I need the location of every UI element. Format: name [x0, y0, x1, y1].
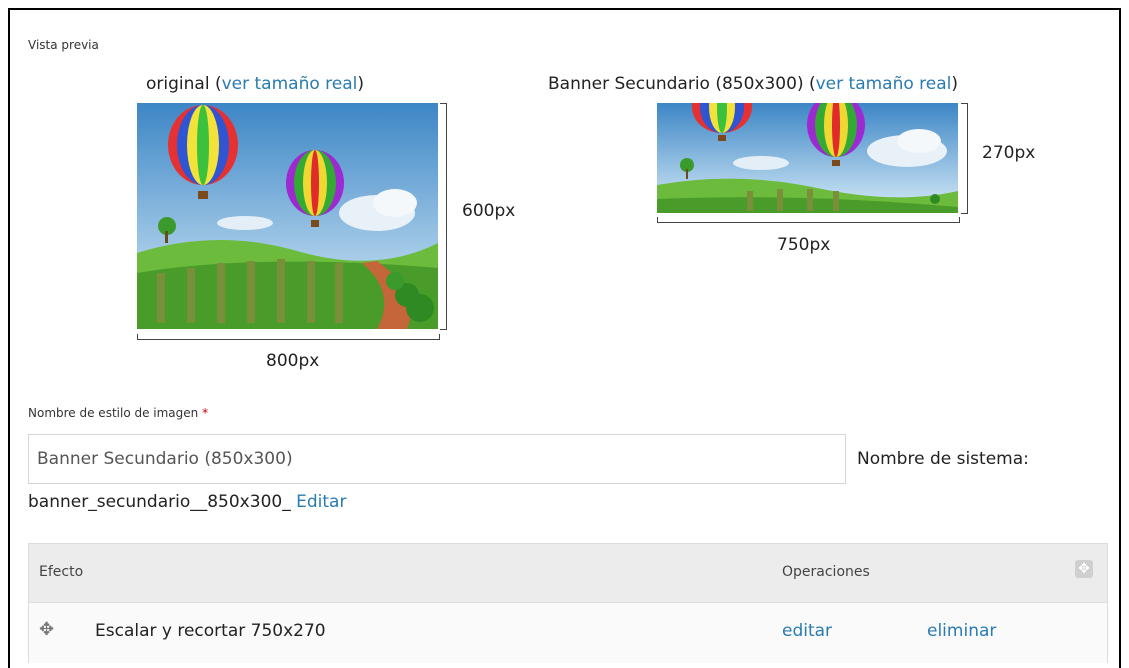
original-view-real-size-link[interactable]: ver tamaño real: [222, 74, 358, 94]
required-marker: *: [202, 406, 209, 420]
effects-table-header: Efecto Operaciones ✥: [29, 544, 1107, 603]
effect-name: Escalar y recortar 750x270: [95, 621, 326, 641]
preview-section-label: Vista previa: [28, 38, 99, 52]
derivative-height-label: 270px: [982, 143, 1036, 163]
original-width-label: 800px: [266, 351, 320, 371]
style-name-label: Nombre de estilo de imagen *: [28, 406, 208, 420]
paren-open: (: [209, 74, 222, 94]
derivative-width-bracket: [657, 217, 960, 223]
paren-open: (: [803, 74, 816, 94]
effects-table: Efecto Operaciones ✥ ✥ Escalar y recorta…: [28, 543, 1108, 663]
derivative-height-bracket: [961, 103, 968, 214]
system-name-label: Nombre de sistema:: [857, 449, 1029, 469]
edit-system-name-link[interactable]: Editar: [296, 492, 346, 512]
original-preview-image[interactable]: [137, 103, 438, 329]
paren-close: ): [951, 74, 959, 94]
derivative-preview-caption: Banner Secundario (850x300) (ver tamaño …: [548, 74, 958, 94]
system-name-row: banner_secundario__850x300_ Editar: [28, 492, 346, 512]
original-height-label: 600px: [462, 201, 516, 221]
system-name-value: banner_secundario__850x300_: [28, 492, 291, 512]
derivative-width-label: 750px: [777, 235, 831, 255]
column-header-effect: Efecto: [39, 564, 84, 580]
delete-effect-link[interactable]: eliminar: [927, 621, 996, 641]
derivative-preview-image[interactable]: [657, 103, 958, 213]
column-header-operations: Operaciones: [782, 564, 870, 580]
style-name-label-text: Nombre de estilo de imagen: [28, 406, 199, 420]
original-preview-caption: original (ver tamaño real): [146, 74, 364, 94]
edit-effect-link[interactable]: editar: [782, 621, 832, 641]
original-caption-text: original: [146, 74, 210, 94]
table-row: ✥ Escalar y recortar 750x270 editar elim…: [29, 603, 1107, 663]
toggle-row-weights-icon[interactable]: ✥: [1075, 560, 1093, 578]
paren-close: ): [357, 74, 365, 94]
derivative-view-real-size-link[interactable]: ver tamaño real: [816, 74, 952, 94]
original-height-bracket: [440, 103, 447, 330]
original-width-bracket: [137, 334, 440, 340]
drag-handle-icon[interactable]: ✥: [39, 619, 54, 640]
derivative-caption-text: Banner Secundario (850x300): [548, 74, 804, 94]
style-name-input[interactable]: [28, 434, 846, 484]
